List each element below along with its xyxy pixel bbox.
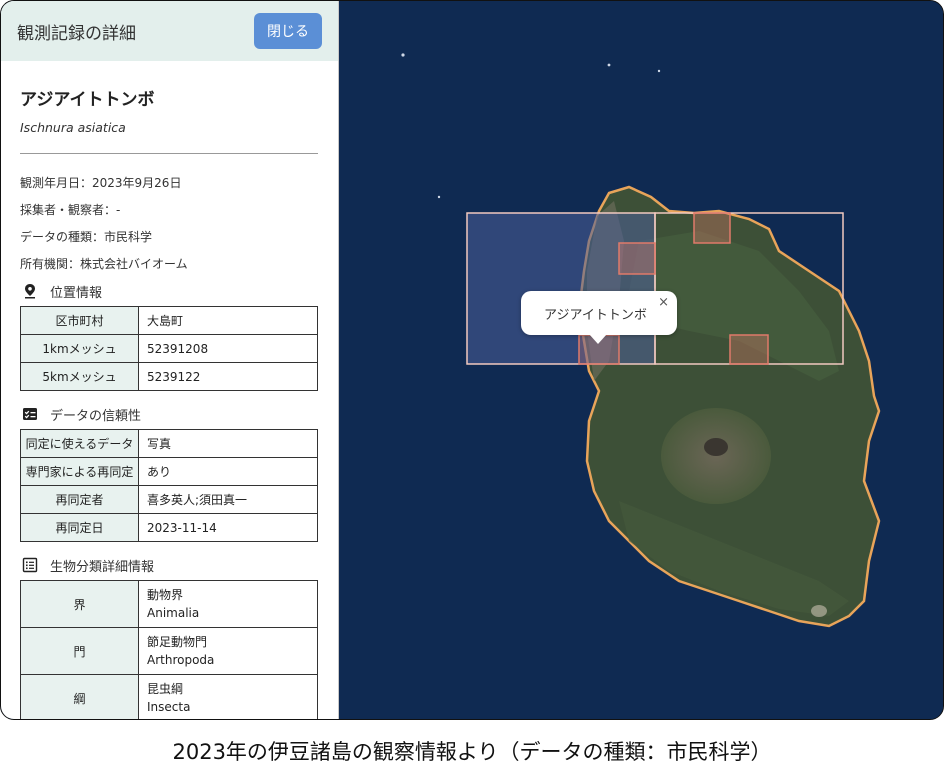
- close-button[interactable]: 閉じる: [254, 13, 322, 49]
- mesh-1km-cell[interactable]: [693, 212, 731, 244]
- owner-organization: 所有機関：株式会社バイオーム: [20, 257, 188, 271]
- location-table: 区市町村 大島町 1kmメッシュ 52391208 5kmメッシュ 5239122: [20, 306, 318, 391]
- table-key: 再同定者: [20, 485, 139, 514]
- taxon-name-latin: Insecta: [147, 700, 191, 714]
- divider: [20, 153, 318, 154]
- map-pin-icon: [25, 284, 35, 299]
- taxon-name-latin: Arthropoda: [147, 653, 215, 667]
- boat-wake: [657, 69, 661, 73]
- reliability-table: 同定に使えるデータ 写真 専門家による再同定 あり 再同定者 喜多英人;須田真一 再同…: [20, 429, 318, 542]
- table-key: 同定に使えるデータ: [20, 429, 139, 458]
- panel-title: 観測記録の詳細: [17, 23, 136, 44]
- section-taxonomy: 生物分類詳細情報: [20, 556, 318, 575]
- boat-wake: [401, 53, 405, 57]
- table-value: 節足動物門 Arthropoda: [138, 627, 318, 675]
- table-row: 門 節足動物門 Arthropoda: [20, 627, 318, 675]
- list-icon: [22, 557, 38, 573]
- table-key: 再同定日: [20, 513, 139, 542]
- taxon-name-latin: Animalia: [147, 606, 200, 620]
- taxonomy-table: 界 動物界 Animalia 門 節足動物門 Arthropoda 綱 昆虫綱 Ins…: [20, 580, 318, 719]
- taxon-name-ja: 節足動物門: [147, 635, 208, 649]
- table-key: 1kmメッシュ: [20, 334, 139, 363]
- section-taxonomy-title: 生物分類詳細情報: [50, 559, 155, 575]
- table-key: 界: [20, 580, 139, 628]
- table-value: 昆虫綱 Insecta: [138, 674, 318, 719]
- table-row: 専門家による再同定 あり: [20, 457, 318, 486]
- section-reliability: データの信頼性: [20, 405, 318, 424]
- popup-pointer: [589, 334, 607, 344]
- table-value: 写真: [138, 429, 318, 458]
- table-key: 5kmメッシュ: [20, 362, 139, 391]
- table-value: 喜多英人;須田真一: [138, 485, 318, 514]
- observation-date: 観測年月日：2023年9月26日: [20, 176, 182, 190]
- table-row: 界 動物界 Animalia: [20, 580, 318, 628]
- table-row: 再同定日 2023-11-14: [20, 513, 318, 542]
- taxon-name-ja: 昆虫綱: [147, 682, 184, 696]
- popup-species-label: アジアイトトンボ: [544, 308, 647, 323]
- mesh-5km-west[interactable]: [466, 212, 656, 365]
- south-town: [811, 605, 827, 617]
- satellite-map[interactable]: [339, 1, 944, 720]
- table-row: 綱 昆虫綱 Insecta: [20, 674, 318, 719]
- table-row: 区市町村 大島町: [20, 306, 318, 335]
- popup-close-icon[interactable]: ×: [658, 295, 669, 310]
- boat-wake: [437, 195, 441, 199]
- table-key: 専門家による再同定: [20, 457, 139, 486]
- table-value: 動物界 Animalia: [138, 580, 318, 628]
- detail-panel: 観測記録の詳細 閉じる アジアイトトンボ Ischnura asiatica 観…: [1, 1, 339, 719]
- table-value: 大島町: [138, 306, 318, 335]
- species-name: アジアイトトンボ: [20, 90, 155, 110]
- observer: 採集者・観察者：-: [20, 203, 121, 217]
- section-location-title: 位置情報: [50, 285, 103, 301]
- section-reliability-title: データの信頼性: [50, 408, 142, 424]
- table-row: 5kmメッシュ 5239122: [20, 362, 318, 391]
- checklist-icon: [23, 408, 37, 420]
- app-window: アジアイトトンボ × 観測記録の詳細 閉じる アジアイトトンボ Ischnura…: [0, 0, 944, 720]
- table-row: 同定に使えるデータ 写真: [20, 429, 318, 458]
- figure-caption: 2023年の伊豆諸島の観察情報より（データの種類：市民科学）: [172, 740, 772, 764]
- table-row: 再同定者 喜多英人;須田真一: [20, 485, 318, 514]
- table-key: 綱: [20, 674, 139, 719]
- crater-core: [704, 438, 728, 456]
- panel-body[interactable]: アジアイトトンボ Ischnura asiatica 観測年月日：2023年9月…: [1, 85, 338, 719]
- panel-header: 観測記録の詳細 閉じる: [1, 1, 338, 61]
- mesh-1km-cell[interactable]: [618, 242, 656, 275]
- table-value: あり: [138, 457, 318, 486]
- table-value: 5239122: [138, 362, 318, 391]
- section-location: 位置情報: [20, 282, 318, 301]
- scientific-name: Ischnura asiatica: [20, 120, 126, 135]
- table-key: 区市町村: [20, 306, 139, 335]
- boat-wake: [607, 63, 611, 67]
- table-row: 1kmメッシュ 52391208: [20, 334, 318, 363]
- map-canvas[interactable]: [339, 1, 944, 720]
- taxon-name-ja: 動物界: [147, 588, 184, 602]
- table-key: 門: [20, 627, 139, 675]
- table-value: 52391208: [138, 334, 318, 363]
- map-popup[interactable]: アジアイトトンボ ×: [521, 291, 677, 344]
- table-value: 2023-11-14: [138, 513, 318, 542]
- mesh-1km-cell[interactable]: [729, 334, 769, 365]
- data-type: データの種類：市民科学: [20, 230, 153, 244]
